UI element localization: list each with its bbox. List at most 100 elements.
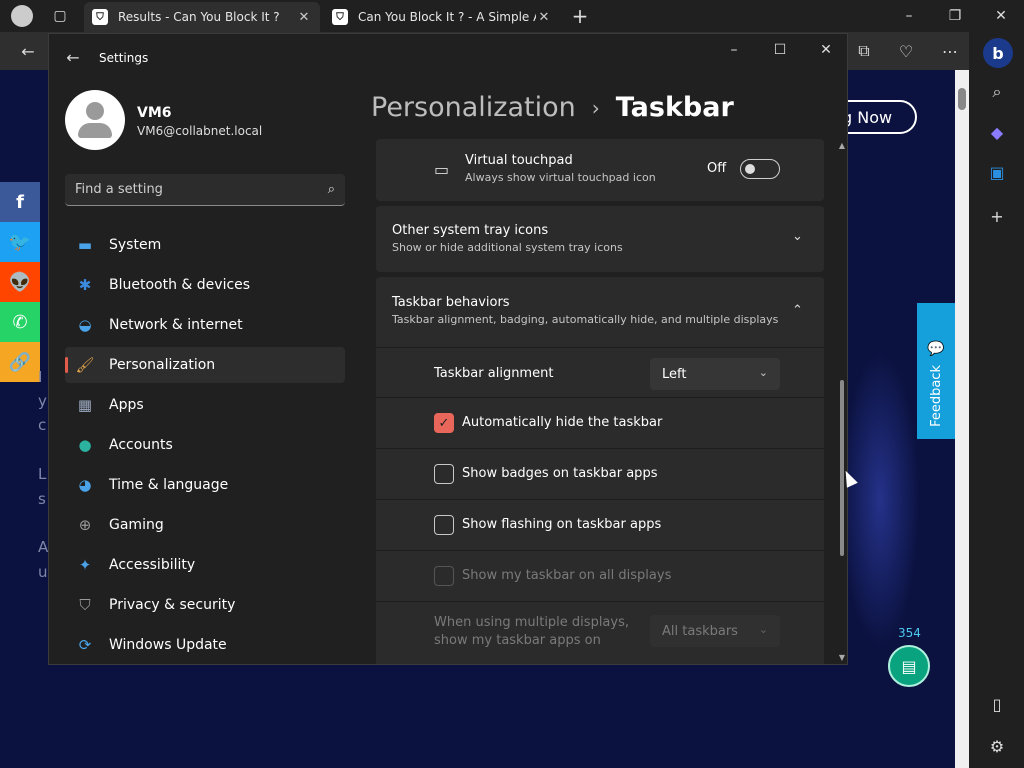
settings-scrollbar[interactable]: ▲ ▼ (837, 139, 847, 664)
nav-item-label: Accessibility (109, 557, 196, 573)
minimize-browser-button[interactable]: – (886, 0, 932, 32)
page-text-fragment: c (38, 416, 47, 434)
toggle-state-label: Off (707, 161, 727, 176)
nav-item-system[interactable]: ▬ System (65, 227, 345, 263)
badges-checkbox[interactable] (434, 464, 454, 484)
tab-results[interactable]: ⛉ Results - Can You Block It ? ✕ (84, 2, 320, 32)
search-input[interactable] (75, 182, 305, 197)
scroll-down-icon[interactable]: ▼ (837, 653, 847, 662)
chevron-down-icon: ⌄ (758, 366, 768, 379)
search-icon[interactable]: ⌕ (983, 78, 1011, 106)
taskbar-behaviors-header[interactable]: Taskbar behaviors Taskbar alignment, bad… (376, 277, 824, 347)
comments-button[interactable]: ▤ (888, 645, 930, 687)
back-arrow-icon[interactable]: ← (12, 32, 44, 70)
nav-item-network[interactable]: ◒ Network & internet (65, 307, 345, 343)
nav-item-gaming[interactable]: ⊕ Gaming (65, 507, 345, 543)
nav-item-accessibility[interactable]: ✦ Accessibility (65, 547, 345, 583)
close-browser-button[interactable]: ✕ (978, 0, 1024, 32)
flashing-checkbox[interactable] (434, 515, 454, 535)
more-options-icon[interactable]: ⋯ (934, 32, 966, 70)
workspaces-icon[interactable]: ▢ (40, 0, 80, 32)
multi-display-label-line1: When using multiple displays, (434, 615, 629, 630)
all-displays-checkbox (434, 566, 454, 586)
chevron-right-icon: › (591, 95, 600, 120)
multi-display-value: All taskbars (662, 623, 738, 639)
new-tab-button[interactable]: + (562, 0, 598, 32)
bluetooth-icon: ✱ (78, 276, 92, 294)
twitter-share-button[interactable]: 🐦 (0, 222, 40, 262)
touchpad-toggle[interactable] (740, 159, 780, 179)
nav-item-privacy[interactable]: ⛉ Privacy & security (65, 587, 345, 623)
nav-item-label: Privacy & security (109, 597, 236, 613)
whatsapp-share-button[interactable]: ✆ (0, 302, 40, 342)
person-icon: ● (78, 436, 92, 454)
page-scrollbar[interactable] (955, 70, 969, 768)
search-icon: ⌕ (327, 182, 335, 197)
copilot-icon[interactable]: ◆ (983, 118, 1011, 146)
feedback-button[interactable]: 💬 Feedback (917, 303, 955, 439)
close-tab-icon[interactable]: ✕ (296, 10, 312, 25)
touchpad-subtitle: Always show virtual touchpad icon (465, 171, 656, 184)
tab-can-you-block-it[interactable]: ⛉ Can You Block It ? - A Simple Ad ✕ (324, 2, 560, 32)
add-icon[interactable]: + (983, 202, 1011, 230)
reddit-share-button[interactable]: 👽 (0, 262, 40, 302)
page-text-fragment: I (38, 368, 43, 386)
chevron-up-icon[interactable]: ⌃ (792, 303, 803, 318)
bing-chat-icon[interactable]: b (983, 38, 1013, 68)
sidebar-toggle-icon[interactable]: ▯ (983, 690, 1011, 718)
all-displays-label: Show my taskbar on all displays (462, 568, 672, 583)
facebook-share-button[interactable]: f (0, 182, 40, 222)
behaviors-title: Taskbar behaviors (392, 295, 510, 310)
browser-tab-bar: ▢ ⛉ Results - Can You Block It ? ✕ ⛉ Can… (0, 0, 1024, 32)
edge-sidebar: b ⌕ ◆ ▣ + ▯ ⚙ (969, 32, 1024, 768)
update-icon: ⟳ (78, 636, 92, 654)
nav-item-label: Windows Update (109, 637, 227, 653)
tray-title: Other system tray icons (392, 223, 549, 238)
nav-item-apps[interactable]: ▦ Apps (65, 387, 345, 423)
breadcrumb-parent[interactable]: Personalization (371, 92, 576, 123)
back-arrow-icon[interactable]: ← (63, 47, 83, 67)
close-tab-icon[interactable]: ✕ (536, 10, 552, 25)
system-tray-icons-row[interactable]: Other system tray icons Show or hide add… (376, 206, 824, 272)
nav-item-bluetooth[interactable]: ✱ Bluetooth & devices (65, 267, 345, 303)
maximize-button[interactable]: ☐ (757, 34, 803, 66)
flashing-row[interactable]: Show flashing on taskbar apps (376, 499, 824, 550)
nav-item-windows-update[interactable]: ⟳ Windows Update (65, 627, 345, 663)
nav-item-personalization[interactable]: 🖌 Personalization (65, 347, 345, 383)
restore-browser-button[interactable]: ❐ (932, 0, 978, 32)
close-button[interactable]: ✕ (803, 34, 847, 66)
nav-item-label: Bluetooth & devices (109, 277, 251, 293)
gear-icon[interactable]: ⚙ (983, 732, 1011, 760)
health-icon[interactable]: ♡ (890, 32, 922, 70)
touchpad-title: Virtual touchpad (465, 153, 573, 168)
search-box[interactable]: ⌕ (65, 174, 345, 206)
nav-item-accounts[interactable]: ● Accounts (65, 427, 345, 463)
nav-item-time-language[interactable]: ◕ Time & language (65, 467, 345, 503)
brush-icon: 🖌 (75, 356, 95, 374)
alignment-label: Taskbar alignment (434, 366, 554, 381)
chevron-down-icon[interactable]: ⌄ (792, 229, 803, 244)
virtual-touchpad-row: ▭ Virtual touchpad Always show virtual t… (376, 139, 824, 201)
behaviors-subtitle: Taskbar alignment, badging, automaticall… (392, 313, 779, 326)
outlook-icon[interactable]: ▣ (983, 158, 1011, 186)
collections-icon[interactable]: ⧉ (848, 32, 880, 70)
badges-row[interactable]: Show badges on taskbar apps (376, 448, 824, 499)
accessibility-icon: ✦ (78, 556, 92, 574)
user-name: VM6 (137, 105, 172, 121)
tray-subtitle: Show or hide additional system tray icon… (392, 241, 623, 254)
scroll-up-icon[interactable]: ▲ (837, 141, 847, 150)
alignment-dropdown[interactable]: Left ⌄ (650, 358, 780, 390)
avatar[interactable] (65, 90, 125, 150)
badges-label: Show badges on taskbar apps (462, 466, 658, 481)
breadcrumb: Personalization › Taskbar (371, 92, 734, 123)
shield-favicon-icon: ⛉ (332, 9, 348, 25)
minimize-button[interactable]: – (711, 34, 757, 66)
multi-display-row: When using multiple displays, show my ta… (376, 601, 824, 664)
page-text-fragment: u (38, 563, 48, 581)
profile-icon[interactable] (0, 0, 44, 32)
page-text-fragment: s (38, 490, 46, 508)
auto-hide-row[interactable]: ✓ Automatically hide the taskbar (376, 397, 824, 448)
link-share-button[interactable]: 🔗 (0, 342, 40, 382)
scrollbar-thumb[interactable] (840, 380, 844, 556)
auto-hide-checkbox[interactable]: ✓ (434, 413, 454, 433)
